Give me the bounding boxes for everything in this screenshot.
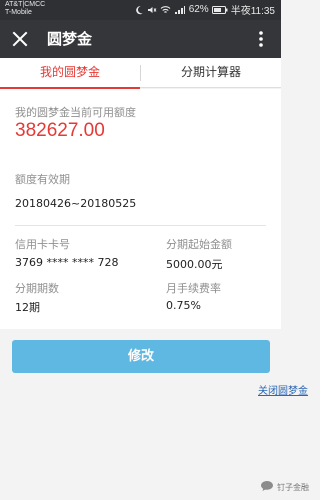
start-amount-value: 5000.00元 [166,258,223,271]
close-yuanmengjin-link[interactable]: 关闭圆梦金 [258,382,308,397]
battery-icon [211,5,228,14]
page-title: 圆梦金 [47,30,93,48]
tab-bar: 我的圆梦金 分期计算器 [0,58,281,89]
validity-label: 额度有效期 [15,173,70,186]
status-bar: AT&T|CMCC T-Mobile 62% 半夜11:35 [0,0,281,20]
periods-value: 12期 [15,301,40,314]
carrier-line-1: AT&T|CMCC [5,1,46,8]
clock-time: 半夜11:35 [230,6,275,17]
wifi-icon [160,5,171,15]
mute-icon [147,5,157,15]
more-options-icon[interactable] [251,29,271,49]
carrier-info: AT&T|CMCC T-Mobile [5,1,45,17]
watermark: 钉子金融 [260,480,309,494]
available-amount-label: 我的圆梦金当前可用额度 [15,106,136,119]
fee-rate-label: 月手续费率 [166,282,221,295]
card-number-value: 3769 **** **** 728 [15,256,119,269]
start-amount-label: 分期起始金额 [166,238,232,251]
watermark-text: 钉子金融 [277,482,309,492]
modify-button[interactable]: 修改 [12,340,270,373]
tab-my-yuanmengjin[interactable]: 我的圆梦金 [0,58,140,89]
tab-installment-calculator[interactable]: 分期计算器 [141,58,281,88]
moon-icon [134,5,144,15]
card-number-label: 信用卡卡号 [15,238,70,251]
available-amount-value: 382627.00 [15,120,105,141]
close-icon[interactable] [10,29,30,49]
signal-icon [174,5,186,15]
carrier-line-2: T-Mobile [5,9,32,16]
validity-value: 20180426~20180525 [15,197,137,210]
periods-label: 分期期数 [15,282,59,295]
credit-panel: 我的圆梦金当前可用额度 382627.00 额度有效期 20180426~201… [0,89,281,329]
watermark-logo-icon [260,480,274,494]
app-header: 圆梦金 [0,20,281,58]
fee-rate-value: 0.75% [166,299,201,312]
status-icons: 62% 半夜11:35 [134,3,275,17]
battery-percentage: 62% [188,4,209,15]
section-divider [15,225,266,226]
